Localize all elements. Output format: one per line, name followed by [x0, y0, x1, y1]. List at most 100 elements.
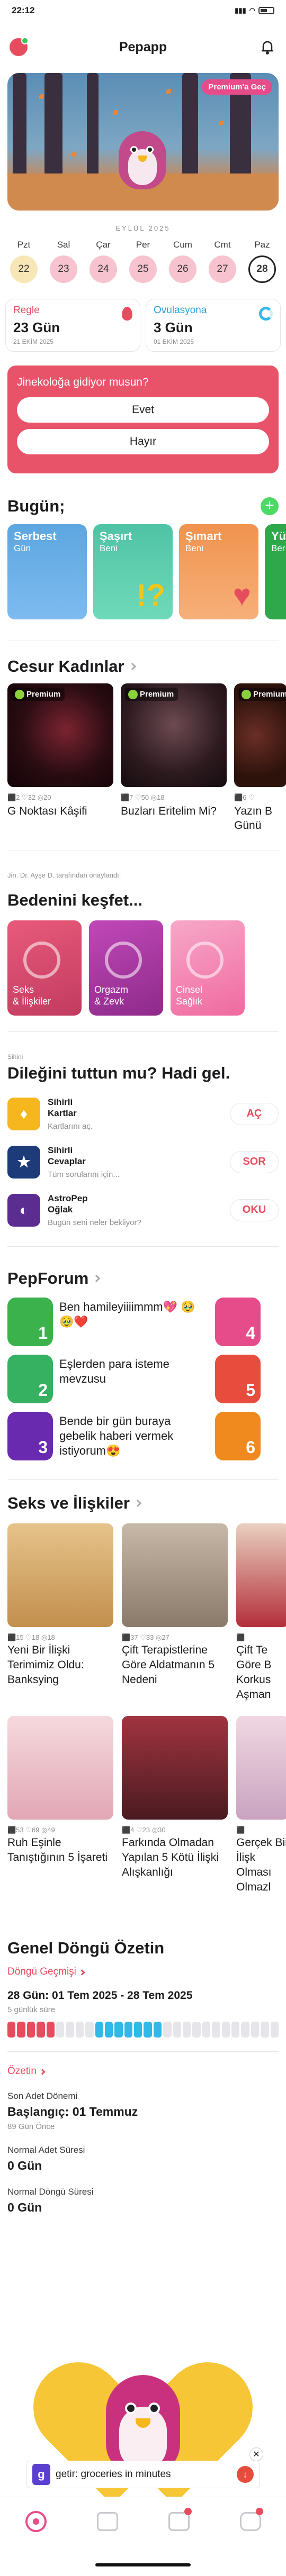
- open-button[interactable]: AÇ: [230, 1102, 279, 1125]
- status-time: 22:12: [12, 5, 35, 15]
- day-cell[interactable]: Pzt 22: [5, 240, 42, 283]
- story-card[interactable]: Premium ⬛6 ♡ Yazın B Günü: [234, 683, 286, 833]
- card-label-line: Orgazm: [94, 984, 129, 995]
- period-day-bar: [37, 2022, 45, 2038]
- cycle-day-bar: [173, 2022, 182, 2038]
- close-icon[interactable]: ✕: [249, 2447, 263, 2461]
- day-cell-today[interactable]: Paz 28: [244, 240, 281, 283]
- download-icon[interactable]: ↓: [237, 2466, 254, 2483]
- add-button[interactable]: +: [261, 497, 279, 515]
- forum-item[interactable]: 5: [215, 1355, 263, 1403]
- overview-link[interactable]: Özetin: [0, 2066, 286, 2077]
- ovulation-countdown-card[interactable]: Ovulasyona 3 Gün 01 EKİM 2025: [146, 299, 281, 352]
- ask-button[interactable]: SOR: [230, 1150, 279, 1173]
- story-card[interactable]: Premium ⬛7 ♡50 ◎18 Buzları Eritelim Mi?: [121, 683, 227, 833]
- magic-subtitle: Bugün seni neler bekliyor?: [48, 1218, 141, 1227]
- leaf-icon: [219, 121, 224, 125]
- magic-title-line: Sihirli: [48, 1097, 73, 1107]
- ovulation-day-bar: [114, 2022, 123, 2038]
- week-strip: Pzt 22 Sal 23 Çar 24 Per 25 Cum 26 Cmt 27 Paz 2…: [0, 240, 286, 283]
- forum-topic: Ben hamileyiiiimmm💖 🥹🥹❤️: [59, 1300, 195, 1328]
- today-card[interactable]: Şımart Beni ♥: [179, 524, 258, 619]
- cycle-history-link[interactable]: Döngü Geçmişi: [0, 1966, 286, 1978]
- ovulation-day-bar: [95, 2022, 103, 2038]
- day-cell[interactable]: Cum 26: [164, 240, 201, 283]
- cesur-list: Premium ⬛2 ♡32 ◎20 G Noktası Kâşifi Prem…: [0, 683, 286, 833]
- heart-icon: ♥: [233, 578, 251, 613]
- seks-row-2: ⬛53 ♡69 ◎49 Ruh Eşinle Tanıştığının 5 İşa…: [0, 1716, 286, 1895]
- chevron-right-icon: [79, 1969, 85, 1976]
- story-stats: ⬛2 ♡32 ◎20: [7, 793, 51, 801]
- day-cell[interactable]: Per 25: [124, 240, 162, 283]
- article-card[interactable]: ⬛ Gerçek Bir İlişk Olması Olmazl: [236, 1716, 286, 1895]
- story-title: Buzları Eritelim Mi?: [121, 805, 217, 817]
- forum-header[interactable]: PepForum: [0, 1269, 286, 1288]
- article-stats: ⬛4 ♡23 ◎30: [122, 1826, 166, 1834]
- chevron-right-icon: [128, 662, 136, 671]
- normal-cycle-value: 0 Gün: [7, 2200, 42, 2214]
- section-title: Bedenini keşfet...: [7, 891, 142, 909]
- card-label-line: Sağlık: [176, 996, 203, 1007]
- magic-row[interactable]: ★ Sihirli Cevaplar Tüm sorularını için... …: [0, 1145, 286, 1179]
- period-countdown-card[interactable]: Regle 23 Gün 21 EKİM 2025: [5, 299, 140, 352]
- forum-item[interactable]: 6: [215, 1412, 263, 1460]
- day-cell[interactable]: Cmt 27: [204, 240, 241, 283]
- premium-badge: Premium: [125, 688, 178, 701]
- bell-icon[interactable]: [258, 38, 276, 56]
- heart-icon: [23, 942, 60, 979]
- body-card[interactable]: Orgazm & Zevk: [89, 920, 163, 1016]
- tab-chat[interactable]: [239, 2508, 263, 2533]
- tab-notes[interactable]: [167, 2508, 192, 2533]
- body-card[interactable]: Cinsel Sağlık: [171, 920, 245, 1016]
- tab-calendar[interactable]: [96, 2510, 119, 2533]
- rank-tile: 5: [215, 1355, 261, 1403]
- forum-item[interactable]: 1 Ben hamileyiiiimmm💖 🥹🥹❤️: [7, 1298, 209, 1346]
- forum-item[interactable]: 2 Eşlerden para isteme mevzusu: [7, 1355, 209, 1403]
- ovulation-day-bar: [153, 2022, 162, 2038]
- day-cell[interactable]: Sal 23: [45, 240, 82, 283]
- day-name: Çar: [96, 240, 111, 250]
- card-title: Serbest: [14, 529, 57, 543]
- rank-tile: 6: [215, 1412, 261, 1460]
- forum-item[interactable]: 4: [215, 1298, 263, 1346]
- body-card[interactable]: Seks & İlişkiler: [7, 920, 82, 1016]
- article-card[interactable]: ⬛15 ♡18 ◎18 Yeni Bir İlişki Terimimiz Old…: [7, 1523, 113, 1702]
- cesur-header[interactable]: Cesur Kadınlar: [0, 657, 286, 676]
- story-card[interactable]: Premium ⬛2 ♡32 ◎20 G Noktası Kâşifi: [7, 683, 113, 833]
- article-card[interactable]: ⬛4 ♡23 ◎30 Farkında Olmadan Yapılan 5 Köt…: [122, 1716, 228, 1895]
- period-day-bar: [7, 2022, 16, 2038]
- magic-row[interactable]: ♦ Sihirli Kartlar Kartlarını aç. AÇ: [0, 1097, 286, 1131]
- read-button[interactable]: OKU: [230, 1199, 279, 1221]
- article-card[interactable]: ⬛ Çift Te Göre B Korkus Aşman: [236, 1523, 286, 1702]
- ad-banner[interactable]: g getir: groceries in minutes ↓ ✕: [26, 2447, 263, 2488]
- article-title: Çift Terapistlerine Göre Aldatmanın 5 Ne…: [122, 1644, 215, 1686]
- tab-home[interactable]: [24, 2510, 48, 2533]
- today-card[interactable]: Yü Ber: [265, 524, 286, 619]
- normal-period-label: Normal Adet Süresi: [7, 2145, 85, 2155]
- rank-number: 6: [246, 1438, 255, 1457]
- rank-tile: 2: [7, 1355, 53, 1403]
- premium-button[interactable]: Premium'a Geç: [202, 79, 272, 95]
- star-icon: ★: [7, 1145, 40, 1179]
- story-title: G Noktası Kâşifi: [7, 805, 87, 817]
- today-card[interactable]: Şaşırt Beni!?: [93, 524, 173, 619]
- mascot-illustration: [0, 2343, 286, 2518]
- magic-row[interactable]: ◐ AstroPep Oğlak Bugün seni neler bekliyor…: [0, 1193, 286, 1227]
- magic-text: AstroPep Oğlak Bugün seni neler bekliyor?: [48, 1193, 222, 1227]
- ad-text: getir: groceries in minutes: [56, 2469, 171, 2480]
- seks-header[interactable]: Seks ve İlişkiler: [0, 1494, 286, 1513]
- status-bar: 22:12 ▮▮▮ ◠: [0, 0, 286, 21]
- profile-avatar[interactable]: [10, 37, 29, 56]
- article-card[interactable]: ⬛37 ♡33 ◎27 Çift Terapistlerine Göre Alda…: [122, 1523, 228, 1702]
- article-card[interactable]: ⬛53 ♡69 ◎49 Ruh Eşinle Tanıştığının 5 İşa…: [7, 1716, 113, 1895]
- today-card[interactable]: Serbest Gün: [7, 524, 87, 619]
- no-button[interactable]: Hayır: [17, 429, 269, 454]
- day-cell[interactable]: Çar 24: [85, 240, 122, 283]
- hero-banner[interactable]: Premium'a Geç: [7, 73, 279, 211]
- section-title: Seks ve İlişkiler: [7, 1494, 142, 1513]
- forum-item[interactable]: 3 Bende bir gün buraya gebelik haberi ver…: [7, 1412, 209, 1460]
- yes-button[interactable]: Evet: [17, 397, 269, 423]
- leaf-icon: [39, 94, 44, 99]
- article-stats: ⬛: [236, 1826, 245, 1834]
- story-image: Premium: [234, 683, 286, 787]
